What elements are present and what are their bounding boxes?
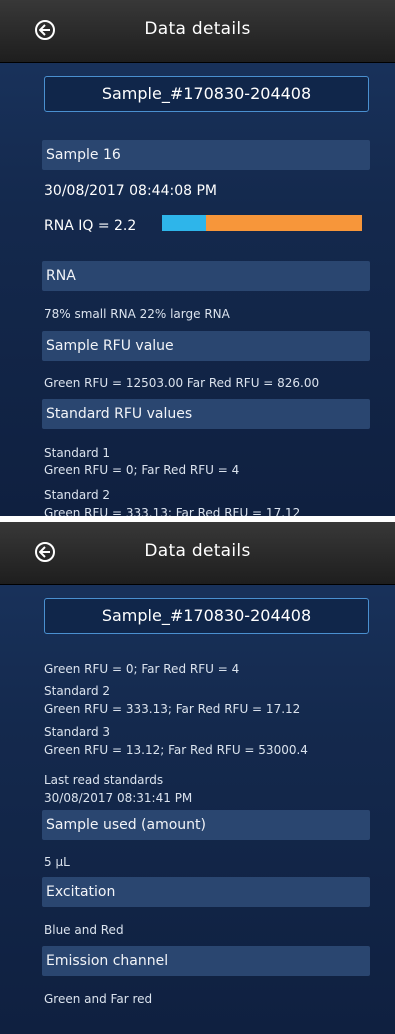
screen-top: Data details Sample_#170830-204408 Sampl… bbox=[0, 0, 395, 516]
standard2-values-cut: Green RFU = 333.13; Far Red RFU = 17.12 bbox=[44, 506, 301, 516]
sample-datetime: 30/08/2017 08:44:08 PM bbox=[44, 183, 217, 199]
last-read-time: 30/08/2017 08:31:41 PM bbox=[44, 791, 193, 805]
excitation-section-header: Excitation bbox=[42, 877, 370, 907]
standard2-values: Green RFU = 333.13; Far Red RFU = 17.12 bbox=[44, 702, 301, 716]
sample-used-value: 5 µL bbox=[44, 855, 70, 869]
header-bar: Data details bbox=[0, 522, 395, 585]
rna-composition: 78% small RNA 22% large RNA bbox=[44, 307, 230, 321]
standard1-values: Green RFU = 0; Far Red RFU = 4 bbox=[44, 662, 240, 676]
standard1-label: Standard 1 bbox=[44, 446, 111, 460]
sample-rfu-values: Green RFU = 12503.00 Far Red RFU = 826.0… bbox=[44, 376, 320, 390]
screen-bottom: Data details Sample_#170830-204408 Green… bbox=[0, 522, 395, 1034]
standard2-label: Standard 2 bbox=[44, 684, 111, 698]
sample-name-field[interactable]: Sample_#170830-204408 bbox=[44, 76, 369, 112]
sample-rfu-section-header: Sample RFU value bbox=[42, 331, 370, 361]
rna-iq-bar bbox=[162, 215, 362, 231]
standard-rfu-section-header: Standard RFU values bbox=[42, 399, 370, 429]
page-title: Data details bbox=[144, 19, 251, 39]
standard2-label: Standard 2 bbox=[44, 488, 111, 502]
header-bar: Data details bbox=[0, 0, 395, 63]
rna-iq-bar-small bbox=[206, 215, 362, 231]
sample-section-header: Sample 16 bbox=[42, 140, 370, 170]
sample-name-field[interactable]: Sample_#170830-204408 bbox=[44, 598, 369, 634]
emission-section-header: Emission channel bbox=[42, 946, 370, 976]
emission-value: Green and Far red bbox=[44, 992, 153, 1006]
sample-used-section-header: Sample used (amount) bbox=[42, 810, 370, 840]
excitation-value: Blue and Red bbox=[44, 923, 124, 937]
last-read-label: Last read standards bbox=[44, 773, 164, 787]
standard1-values: Green RFU = 0; Far Red RFU = 4 bbox=[44, 463, 240, 477]
rna-section-header: RNA bbox=[42, 261, 370, 291]
standard3-label: Standard 3 bbox=[44, 725, 111, 739]
standard3-values: Green RFU = 13.12; Far Red RFU = 53000.4 bbox=[44, 743, 308, 757]
page-title: Data details bbox=[144, 541, 251, 561]
rna-iq-bar-large bbox=[162, 215, 206, 231]
rna-iq-value: RNA IQ = 2.2 bbox=[44, 218, 137, 234]
